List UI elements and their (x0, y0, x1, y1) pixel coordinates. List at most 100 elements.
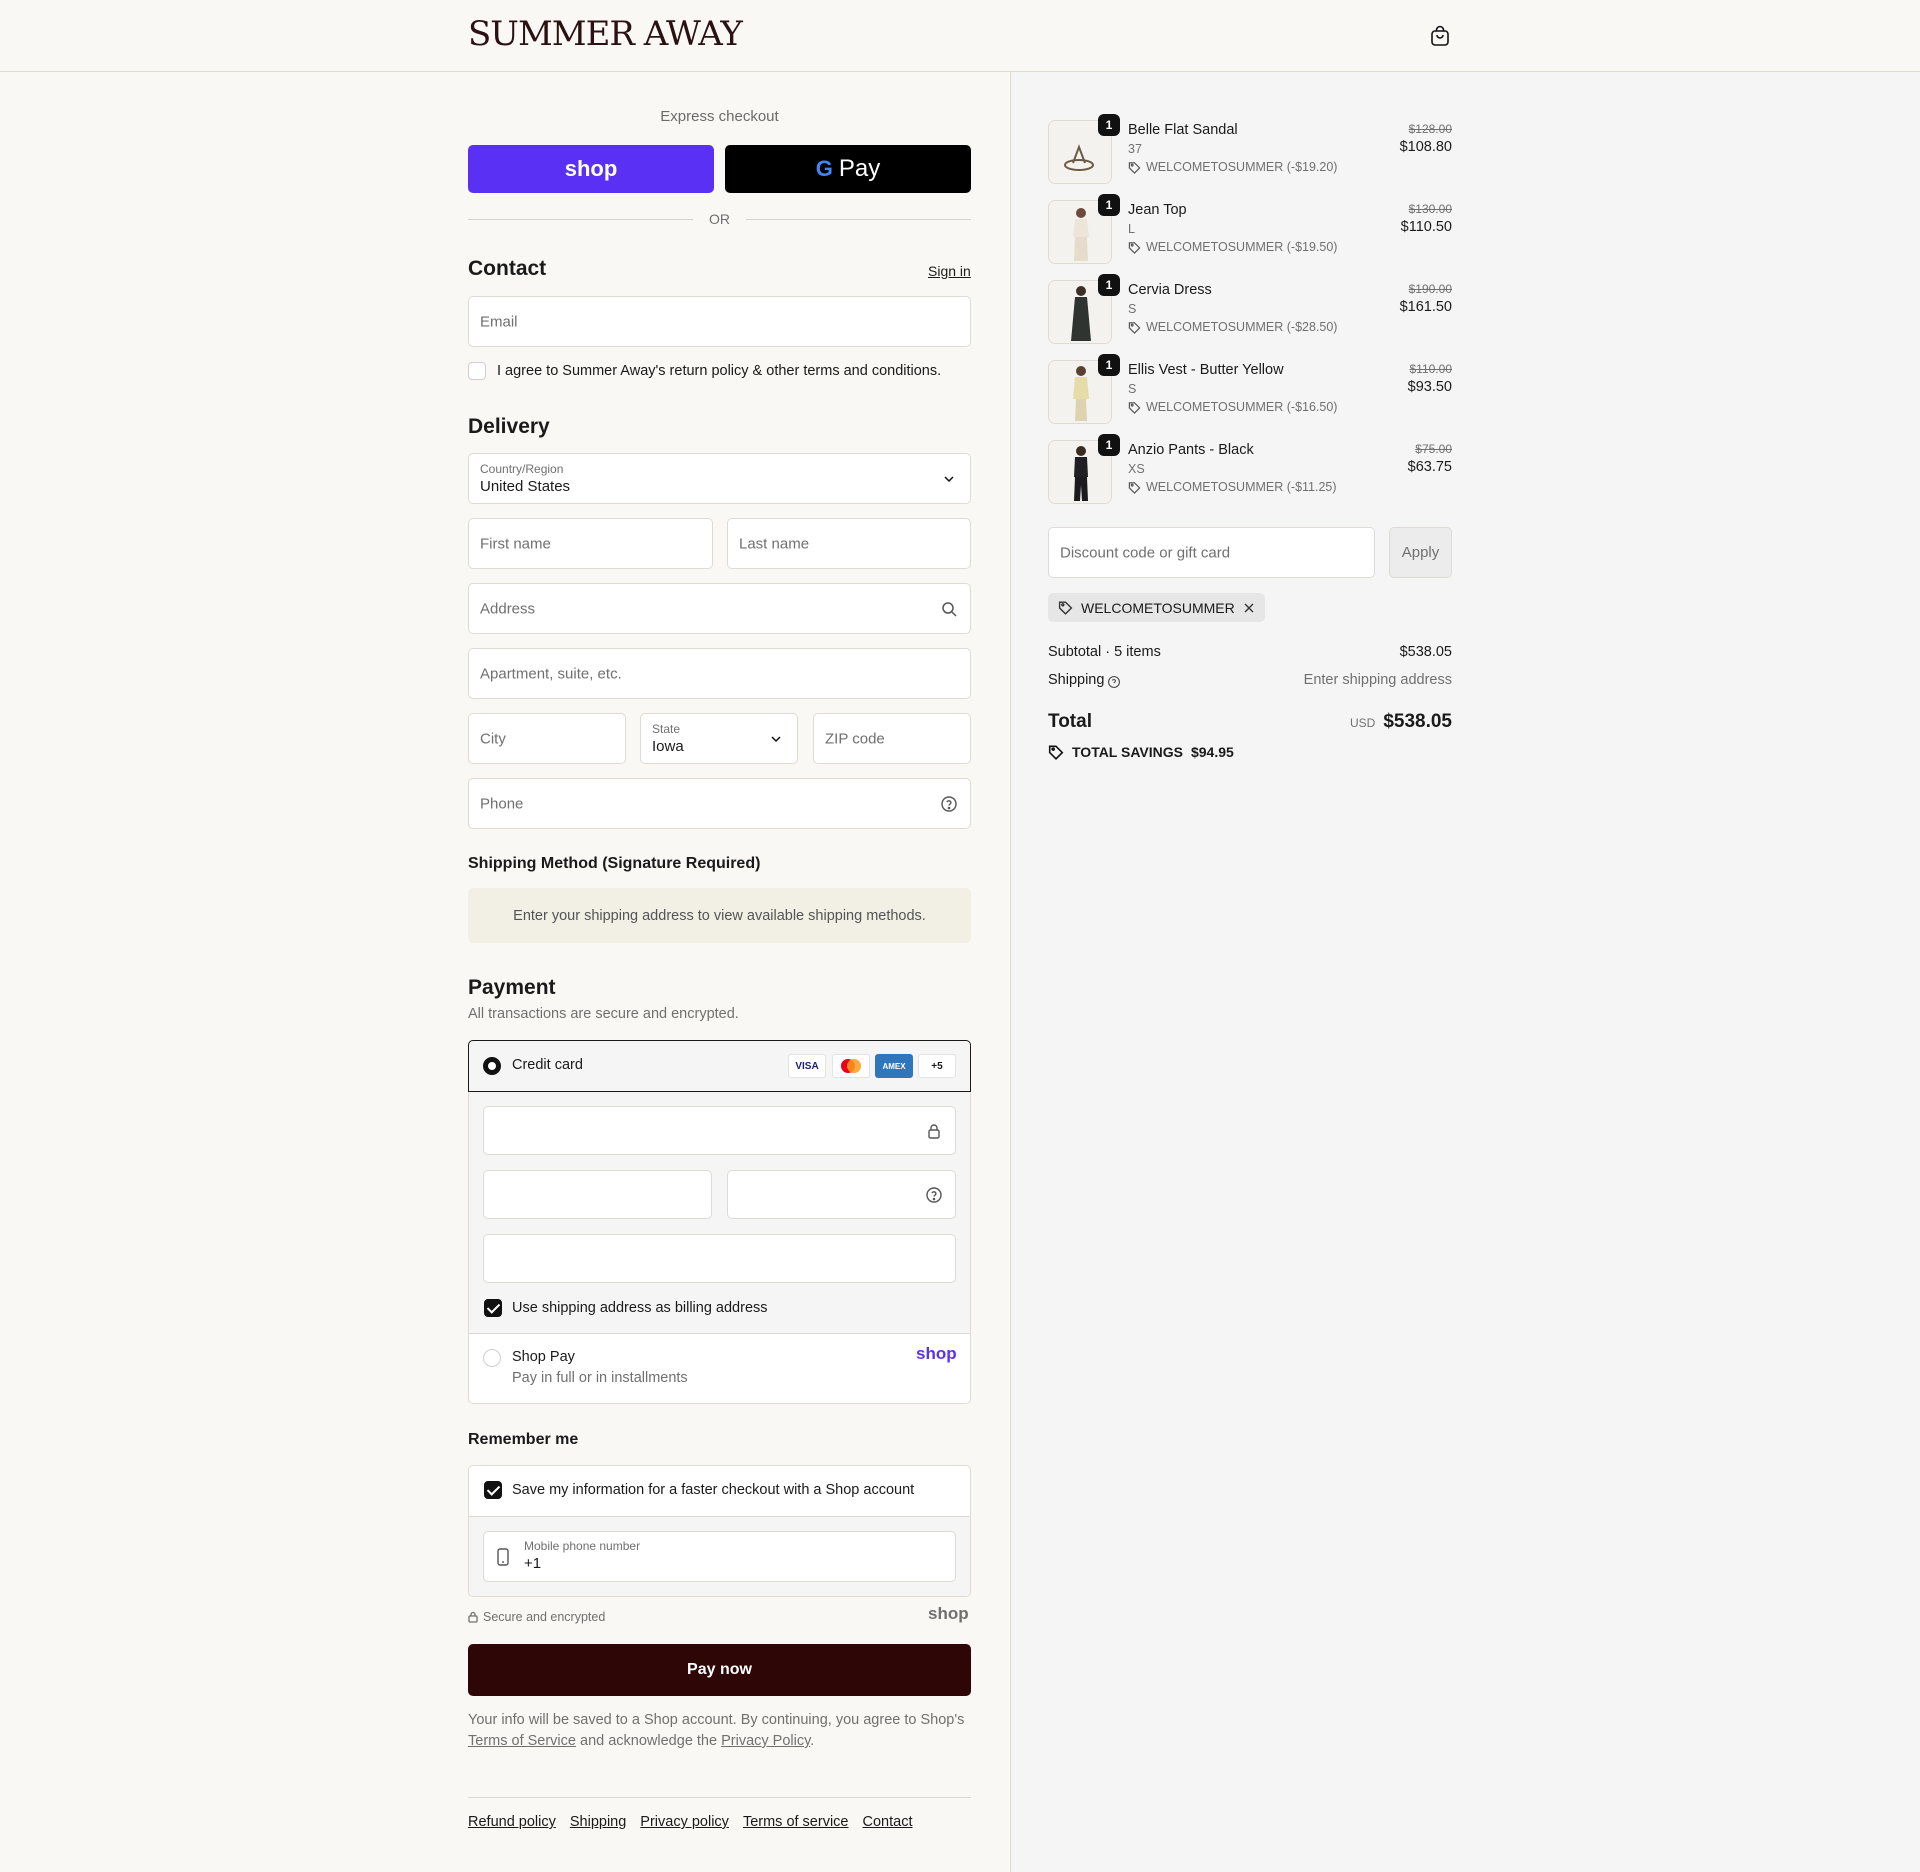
mastercard-icon (832, 1054, 870, 1078)
name-on-card-field[interactable] (483, 1234, 956, 1283)
email-field[interactable]: Email (468, 296, 971, 347)
gpay-label: Pay (838, 155, 881, 182)
item-price: $110.50 (1400, 219, 1452, 235)
tag-icon (1128, 161, 1141, 174)
billing-same-label: Use shipping address as billing address (512, 1300, 768, 1316)
cart-item: 1 Jean Top L WELCOMETOSUMMER (-$19.50) $… (1048, 194, 1452, 270)
address-field[interactable]: Address (468, 583, 971, 634)
item-name: Cervia Dress (1128, 282, 1212, 298)
legal-suffix: . (810, 1733, 815, 1749)
sign-in-link[interactable]: Sign in (928, 263, 971, 279)
apartment-field[interactable]: Apartment, suite, etc. (468, 648, 971, 699)
state-value: Iowa (652, 738, 684, 755)
quantity-badge: 1 (1098, 354, 1120, 376)
shipping-method-title: Shipping Method (Signature Required) (468, 855, 761, 872)
apartment-placeholder: Apartment, suite, etc. (480, 665, 622, 682)
footer-link-privacy[interactable]: Privacy policy (640, 1814, 729, 1830)
legal-middle: and acknowledge the (580, 1733, 718, 1749)
footer-link-shipping[interactable]: Shipping (570, 1814, 626, 1830)
total-amount: USD $538.05 (1350, 711, 1452, 733)
card-number-field[interactable] (483, 1106, 956, 1155)
shipping-value: Enter shipping address (1303, 672, 1452, 688)
security-code-field[interactable] (727, 1170, 956, 1219)
quantity-badge: 1 (1098, 274, 1120, 296)
quantity-badge: 1 (1098, 194, 1120, 216)
pay-now-label: Pay now (687, 1661, 752, 1678)
privacy-policy-link[interactable]: Privacy Policy (721, 1733, 810, 1749)
shop-pay-subtitle: Pay in full or in installments (512, 1370, 688, 1386)
remember-me-title: Remember me (468, 1431, 579, 1448)
quantity-badge: 1 (1098, 114, 1120, 136)
amex-icon: AMEX (875, 1054, 913, 1078)
store-logo[interactable]: SUMMER AWAY (468, 14, 743, 54)
credit-card-radio[interactable] (483, 1057, 501, 1075)
zip-field[interactable]: ZIP code (813, 713, 971, 764)
applied-discount-chip: WELCOMETOSUMMER (1048, 593, 1265, 622)
save-info-checkbox[interactable] (484, 1481, 502, 1499)
subtotal-value: $538.05 (1399, 644, 1452, 660)
tag-icon (1128, 321, 1141, 334)
mobile-phone-field[interactable]: Mobile phone number +1 (483, 1531, 956, 1582)
or-label: OR (709, 211, 730, 227)
shopping-bag-icon[interactable] (1428, 24, 1452, 48)
expiration-field[interactable] (483, 1170, 712, 1219)
close-icon[interactable] (1243, 602, 1255, 614)
phone-placeholder: Phone (480, 795, 524, 812)
contact-title: Contact (468, 257, 547, 280)
footer-link-refund[interactable]: Refund policy (468, 1814, 556, 1830)
total-label: Total (1048, 711, 1092, 732)
discount-code-field[interactable]: Discount code or gift card (1048, 527, 1375, 578)
state-select[interactable]: State Iowa (640, 713, 798, 764)
google-g-icon: G (815, 156, 833, 181)
savings-value: $94.95 (1190, 744, 1234, 760)
phone-field[interactable]: Phone (468, 778, 971, 829)
pay-now-button[interactable]: Pay now (468, 1644, 971, 1696)
tag-icon (1128, 241, 1141, 254)
chevron-down-icon (944, 475, 954, 482)
shop-pay-logo: shop (916, 1344, 957, 1363)
shop-logo: shop (564, 156, 618, 181)
item-old-price: $130.00 (1408, 202, 1452, 216)
shop-pay-label: Shop Pay (512, 1349, 575, 1365)
item-price: $161.50 (1399, 299, 1452, 315)
item-name: Belle Flat Sandal (1128, 122, 1238, 138)
item-discount-text: WELCOMETOSUMMER (-$11.25) (1146, 480, 1337, 494)
total-value: $538.05 (1383, 711, 1452, 732)
footer-divider (468, 1797, 971, 1798)
billing-same-checkbox[interactable] (484, 1299, 502, 1317)
shop-pay-radio[interactable] (483, 1349, 501, 1367)
shop-logo-footer: shop (928, 1604, 969, 1623)
help-icon[interactable] (940, 795, 958, 813)
country-select[interactable]: Country/Region United States (468, 453, 971, 504)
item-discount: WELCOMETOSUMMER (-$19.20) (1128, 160, 1337, 174)
item-discount-text: WELCOMETOSUMMER (-$28.50) (1146, 320, 1338, 334)
help-icon[interactable] (1107, 675, 1121, 689)
first-name-field[interactable]: First name (468, 518, 713, 569)
item-old-price: $110.00 (1409, 362, 1453, 376)
state-label: State (652, 722, 681, 736)
quantity-badge: 1 (1098, 434, 1120, 456)
apply-discount-button[interactable]: Apply (1389, 527, 1452, 578)
shop-pay-express-button[interactable]: shop (468, 145, 714, 193)
last-name-field[interactable]: Last name (727, 518, 971, 569)
item-variant: S (1128, 302, 1137, 316)
item-discount: WELCOMETOSUMMER (-$16.50) (1128, 400, 1337, 414)
footer-link-contact[interactable]: Contact (863, 1814, 913, 1830)
mobile-phone-label: Mobile phone number (524, 1539, 641, 1553)
terms-label: I agree to Summer Away's return policy &… (497, 363, 942, 379)
footer-link-terms[interactable]: Terms of service (743, 1814, 849, 1830)
terms-checkbox[interactable] (468, 362, 486, 380)
tag-icon (1058, 601, 1073, 615)
city-placeholder: City (480, 730, 506, 747)
terms-of-service-link[interactable]: Terms of Service (468, 1733, 576, 1749)
item-old-price: $128.00 (1408, 122, 1452, 136)
city-field[interactable]: City (468, 713, 626, 764)
savings-label: TOTAL SAVINGS (1072, 744, 1183, 760)
google-pay-button[interactable]: G Pay (725, 145, 971, 193)
shipping-method-note: Enter your shipping address to view avai… (468, 888, 971, 943)
help-icon[interactable] (925, 1186, 943, 1204)
discount-code-placeholder: Discount code or gift card (1060, 544, 1231, 561)
first-name-placeholder: First name (480, 535, 551, 552)
item-name: Ellis Vest - Butter Yellow (1128, 362, 1284, 378)
subtotal-label: Subtotal · 5 items (1048, 644, 1161, 660)
